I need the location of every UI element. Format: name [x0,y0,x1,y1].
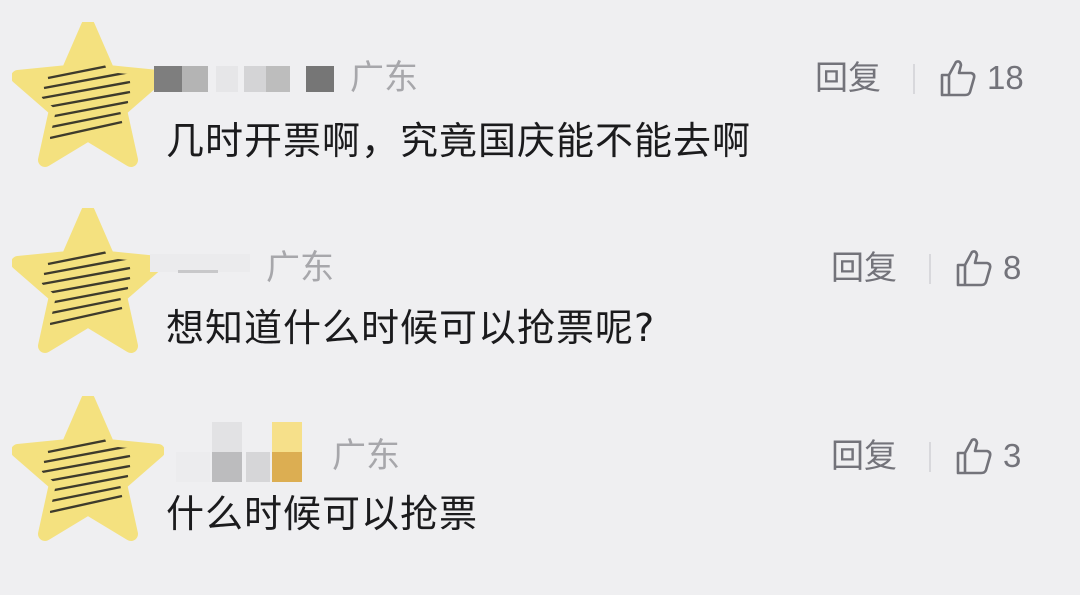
thumbs-up-icon [956,438,992,475]
comment-item: 广东 回复 8 想知道什么时候可以抢票呢? [0,190,1080,376]
like-count: 8 [1003,249,1022,286]
censored-username[interactable] [154,66,344,92]
thumbs-up-icon [940,60,976,97]
like-button[interactable]: 18 [939,57,1024,99]
location-label: 广东 [332,436,400,476]
reply-button[interactable]: 回复 [815,58,881,98]
like-button[interactable]: 3 [955,435,1021,477]
censored-username[interactable] [150,254,250,280]
divider [929,442,931,472]
location-label: 广东 [350,58,418,98]
reply-button[interactable]: 回复 [831,248,897,288]
like-count: 18 [987,59,1024,96]
thumbs-up-icon [956,250,992,287]
avatar[interactable] [12,208,164,354]
comment-text: 什么时候可以抢票 [166,492,479,536]
divider [913,64,915,94]
comment-item: 广东 回复 3 什么时候可以抢票 [0,376,1080,562]
comment-text: 几时开票啊，究竟国庆能不能去啊 [166,119,752,163]
censored-username[interactable] [176,422,306,484]
like-count: 3 [1003,437,1022,474]
like-button[interactable]: 8 [955,247,1021,289]
divider [929,254,931,284]
avatar[interactable] [12,22,164,168]
reply-button[interactable]: 回复 [831,436,897,476]
avatar[interactable] [12,396,164,542]
comment-text: 想知道什么时候可以抢票呢? [166,306,656,350]
location-label: 广东 [266,248,334,288]
comment-item: 广东 回复 18 几时开票啊，究竟国庆能不能去啊 [0,0,1080,186]
